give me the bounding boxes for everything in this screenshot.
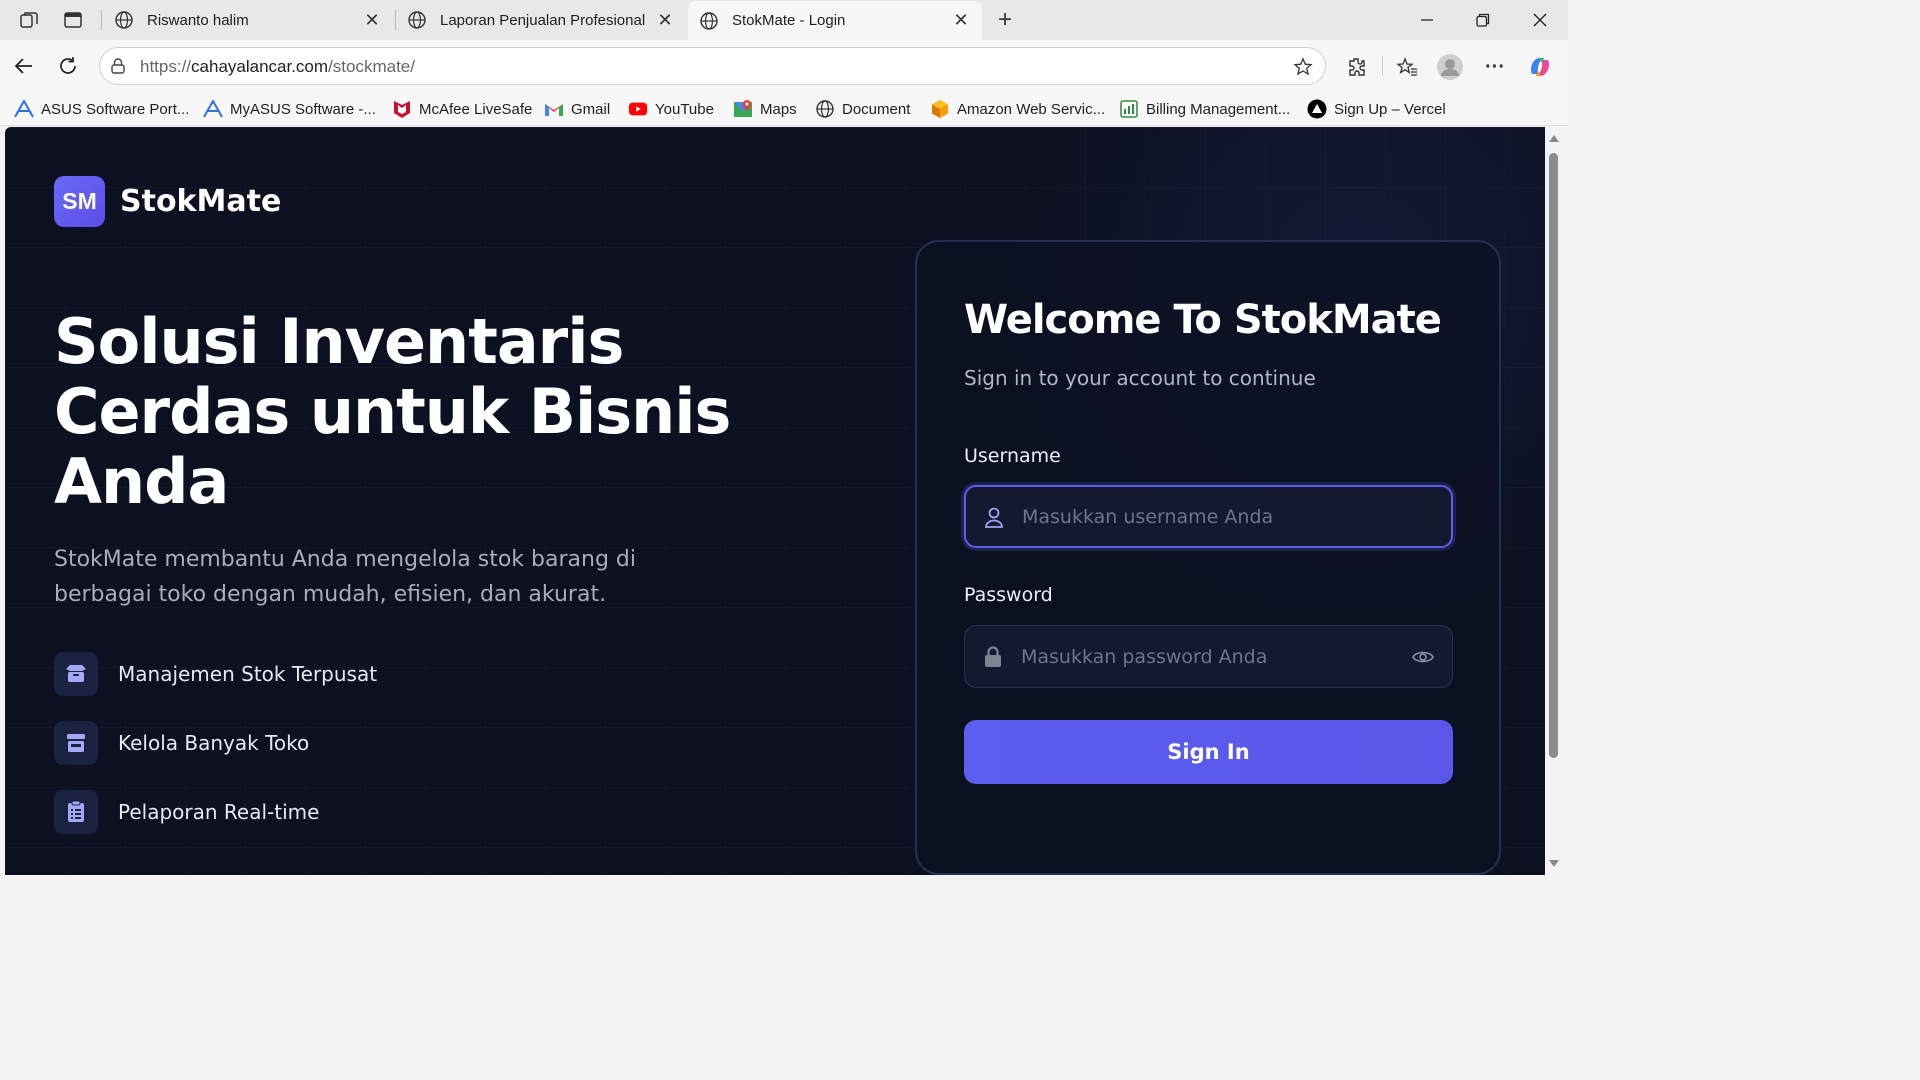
feature-label: Kelola Banyak Toko — [118, 731, 310, 755]
favorite-star-icon[interactable] — [1291, 55, 1315, 79]
feature-item-reporting: Pelaporan Real-time — [54, 790, 319, 834]
bookmark-aws[interactable]: Amazon Web Servic... — [930, 96, 1105, 122]
tab-laporan[interactable]: Laporan Penjualan Profesional ✕ — [396, 2, 686, 38]
new-tab-button[interactable]: + — [990, 6, 1020, 34]
tab-riswanto[interactable]: Riswanto halim ✕ — [103, 2, 393, 38]
bookmark-youtube[interactable]: YouTube — [628, 96, 714, 122]
browser-toolbar: https://cahayalancar.com/stockmate/ ··· — [0, 40, 1568, 92]
username-label: Username — [964, 445, 1061, 467]
bookmark-label: Document — [842, 100, 911, 118]
password-placeholder: Masukkan password Anda — [1021, 645, 1268, 668]
login-card: Welcome To StokMate Sign in to your acco… — [915, 240, 1501, 875]
gmail-icon — [544, 99, 564, 119]
bookmark-maps[interactable]: Maps — [733, 96, 797, 122]
url-text: https://cahayalancar.com/stockmate/ — [140, 57, 415, 76]
feature-item-stores: Kelola Banyak Toko — [54, 721, 309, 765]
bookmark-label: Gmail — [571, 100, 611, 118]
copilot-icon[interactable] — [1525, 52, 1555, 82]
tab-stokmate-login[interactable]: StokMate - Login ✕ — [688, 1, 982, 40]
minimize-button[interactable] — [1405, 4, 1449, 36]
globe-icon — [113, 9, 135, 31]
bookmark-label: McAfee LiveSafe — [419, 100, 533, 118]
lock-icon — [981, 645, 1005, 669]
tab-title: Riswanto halim — [147, 11, 249, 29]
bookmark-myasus-software[interactable]: MyASUS Software -... — [203, 96, 376, 122]
scroll-down-arrow-icon[interactable] — [1549, 860, 1559, 867]
bookmark-billing-management[interactable]: Billing Management... — [1119, 96, 1290, 122]
tab-strip: Riswanto halim ✕ Laporan Penjualan Profe… — [0, 0, 1568, 40]
scroll-thumb[interactable] — [1549, 153, 1558, 758]
logo-text: StokMate — [120, 184, 282, 219]
back-button[interactable] — [8, 50, 40, 82]
bookmark-label: MyASUS Software -... — [230, 100, 376, 118]
restore-button[interactable] — [1461, 4, 1505, 36]
vercel-icon — [1307, 99, 1327, 119]
password-field[interactable]: Masukkan password Anda — [964, 625, 1453, 688]
maps-icon — [733, 99, 753, 119]
scroll-up-arrow-icon[interactable] — [1549, 135, 1559, 142]
eye-icon[interactable] — [1412, 646, 1434, 668]
username-placeholder: Masukkan username Anda — [1022, 505, 1274, 528]
address-bar[interactable]: https://cahayalancar.com/stockmate/ — [99, 47, 1326, 85]
bookmarks-bar: ASUS Software Port... MyASUS Software -.… — [0, 92, 1568, 126]
feature-item-stock: Manajemen Stok Terpusat — [54, 652, 377, 696]
logo-badge: SM — [54, 176, 105, 227]
feature-label: Pelaporan Real-time — [118, 800, 320, 824]
bookmark-label: Sign Up – Vercel — [1334, 100, 1446, 118]
store-icon — [54, 721, 98, 765]
globe-icon — [406, 9, 428, 31]
vertical-tabs-icon[interactable] — [58, 6, 88, 34]
bookmark-mcafee[interactable]: McAfee LiveSafe — [392, 96, 532, 122]
login-subtitle: Sign in to your account to continue — [964, 366, 1316, 390]
bookmark-gmail[interactable]: Gmail — [544, 96, 610, 122]
billing-icon — [1119, 99, 1139, 119]
password-label: Password — [964, 584, 1053, 606]
bookmark-label: ASUS Software Port... — [41, 100, 190, 118]
asus-icon — [14, 99, 34, 119]
bookmark-document[interactable]: Document — [815, 96, 910, 122]
close-icon[interactable]: ✕ — [950, 10, 972, 32]
bookmark-label: Billing Management... — [1146, 100, 1291, 118]
bookmark-label: Maps — [760, 100, 797, 118]
asus-icon — [203, 99, 223, 119]
window-close-button[interactable] — [1518, 4, 1562, 36]
globe-icon — [815, 99, 835, 119]
page-viewport: SM StokMate Solusi Inventaris Cerdas unt… — [5, 127, 1545, 875]
favorites-icon[interactable] — [1392, 52, 1422, 82]
refresh-button[interactable] — [52, 50, 84, 82]
brand-logo[interactable]: SM StokMate — [54, 176, 281, 227]
more-options-icon[interactable]: ··· — [1480, 52, 1510, 82]
youtube-icon — [628, 99, 648, 119]
workspaces-icon[interactable] — [14, 6, 44, 34]
aws-icon — [930, 99, 950, 119]
close-icon[interactable]: ✕ — [361, 9, 383, 31]
bookmark-label: Amazon Web Servic... — [957, 100, 1106, 118]
tab-title: Laporan Penjualan Profesional — [440, 11, 646, 29]
close-icon[interactable]: ✕ — [654, 9, 676, 31]
bookmark-vercel[interactable]: Sign Up – Vercel — [1307, 96, 1446, 122]
feature-label: Manajemen Stok Terpusat — [118, 662, 378, 686]
site-info-icon[interactable] — [108, 56, 128, 76]
tab-title: StokMate - Login — [732, 12, 846, 29]
user-icon — [982, 505, 1006, 529]
box-icon — [54, 652, 98, 696]
bookmark-asus-software-portal[interactable]: ASUS Software Port... — [14, 96, 189, 122]
bookmark-label: YouTube — [655, 100, 714, 118]
extensions-icon[interactable] — [1342, 52, 1372, 82]
hero-title: Solusi Inventaris Cerdas untuk Bisnis An… — [54, 305, 731, 518]
clipboard-icon — [54, 790, 98, 834]
username-field[interactable]: Masukkan username Anda — [964, 485, 1453, 548]
globe-icon — [698, 10, 720, 32]
page-scrollbar[interactable] — [1545, 127, 1563, 875]
mcafee-icon — [392, 99, 412, 119]
profile-avatar[interactable] — [1435, 52, 1465, 82]
login-title: Welcome To StokMate — [964, 297, 1442, 343]
sign-in-button[interactable]: Sign In — [964, 720, 1453, 784]
hero-subtitle: StokMate membantu Anda mengelola stok ba… — [54, 547, 636, 607]
